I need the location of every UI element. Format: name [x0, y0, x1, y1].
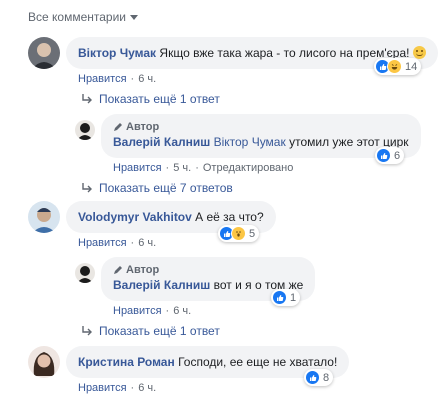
pencil-icon [114, 123, 122, 131]
separator-dot: · [130, 237, 135, 249]
comment-bubble: Автор Валерій Калниш Віктор Чумак утомил… [101, 114, 421, 158]
comment-text: А её за что? [195, 210, 264, 224]
comment-time[interactable]: 6 ч. [138, 73, 156, 85]
avatar[interactable] [28, 346, 60, 378]
comment-author[interactable]: Кристина Роман [78, 355, 175, 369]
like-link[interactable]: Нравится [78, 382, 127, 394]
comment-time[interactable]: 6 ч. [138, 382, 156, 394]
chevron-down-icon [130, 15, 138, 20]
smile-emoji-icon [412, 46, 426, 59]
author-badge: Автор [113, 120, 409, 134]
reactions-count: 1 [290, 291, 297, 304]
like-link[interactable]: Нравится [78, 237, 127, 249]
reactions-summary[interactable]: 5 [218, 225, 260, 242]
pencil-icon [114, 266, 122, 274]
separator-dot: · [195, 162, 199, 174]
reactions-count: 5 [249, 227, 256, 240]
comment-item: Кристина Роман Господи, ее еще не хватал… [28, 346, 350, 394]
avatar[interactable] [75, 120, 95, 140]
comment-actions: Нравится · 6 ч. [113, 305, 315, 317]
avatar[interactable] [75, 263, 95, 283]
wow-reaction-icon [231, 226, 246, 241]
reactions-summary[interactable]: 8 [304, 369, 334, 386]
reactions-summary[interactable]: 14 [374, 58, 422, 75]
reply-item: Автор Валерій Калниш вот и я о том же Нр… [75, 257, 316, 317]
reactions-count: 6 [394, 149, 401, 162]
show-more-replies-label: Показать ещё 1 ответ [99, 324, 220, 338]
separator-dot: · [165, 162, 170, 174]
reactions-count: 8 [323, 371, 330, 384]
comment-author[interactable]: Валерій Калниш [113, 135, 210, 149]
reply-arrow-icon [82, 183, 92, 193]
comment-actions: Нравится · 5 ч. · Отредактировано [113, 162, 421, 174]
comment-text: Якщо вже така жара - то лисого на прем'є… [159, 46, 410, 60]
reactions-count: 14 [405, 60, 418, 73]
like-reaction-icon [376, 148, 391, 163]
reply-arrow-icon [82, 326, 92, 336]
separator-dot: · [130, 73, 135, 85]
haha-reaction-icon [387, 59, 402, 74]
separator-dot: · [165, 305, 170, 317]
comment-time[interactable]: 6 ч. [138, 237, 156, 249]
author-badge: Автор [113, 263, 303, 277]
avatar[interactable] [28, 201, 60, 233]
comment-author[interactable]: Volodymyr Vakhitov [78, 210, 192, 224]
show-more-replies-label: Показать ещё 7 ответов [99, 181, 233, 195]
edited-label[interactable]: Отредактировано [203, 162, 294, 174]
author-badge-label: Автор [126, 264, 160, 276]
like-link[interactable]: Нравится [113, 162, 162, 174]
comment-filter-dropdown[interactable]: Все комментарии [28, 10, 138, 24]
like-reaction-icon [272, 290, 287, 305]
reply-item: Автор Валерій Калниш Віктор Чумак утомил… [75, 114, 421, 174]
show-more-replies-label: Показать ещё 1 ответ [99, 92, 220, 106]
like-link[interactable]: Нравится [78, 73, 127, 85]
like-link[interactable]: Нравится [113, 305, 162, 317]
comment-filter-label: Все комментарии [28, 10, 126, 24]
comment-text: Господи, ее еще не хватало! [178, 355, 338, 369]
show-more-replies-link[interactable]: Показать ещё 1 ответ [81, 324, 220, 338]
show-more-replies-link[interactable]: Показать ещё 7 ответов [81, 181, 233, 195]
show-more-replies-link[interactable]: Показать ещё 1 ответ [81, 92, 220, 106]
mention-link[interactable]: Віктор Чумак [214, 135, 286, 149]
comment-author[interactable]: Віктор Чумак [78, 46, 156, 60]
like-reaction-icon [305, 370, 320, 385]
comment-author[interactable]: Валерій Калниш [113, 278, 210, 292]
avatar[interactable] [28, 37, 60, 69]
comment-time[interactable]: 6 ч. [173, 305, 191, 317]
author-badge-label: Автор [126, 121, 160, 133]
separator-dot: · [130, 382, 135, 394]
comment-time[interactable]: 5 ч. [173, 162, 191, 174]
reactions-summary[interactable]: 6 [375, 147, 405, 164]
reply-arrow-icon [82, 94, 92, 104]
reactions-summary[interactable]: 1 [271, 289, 301, 306]
